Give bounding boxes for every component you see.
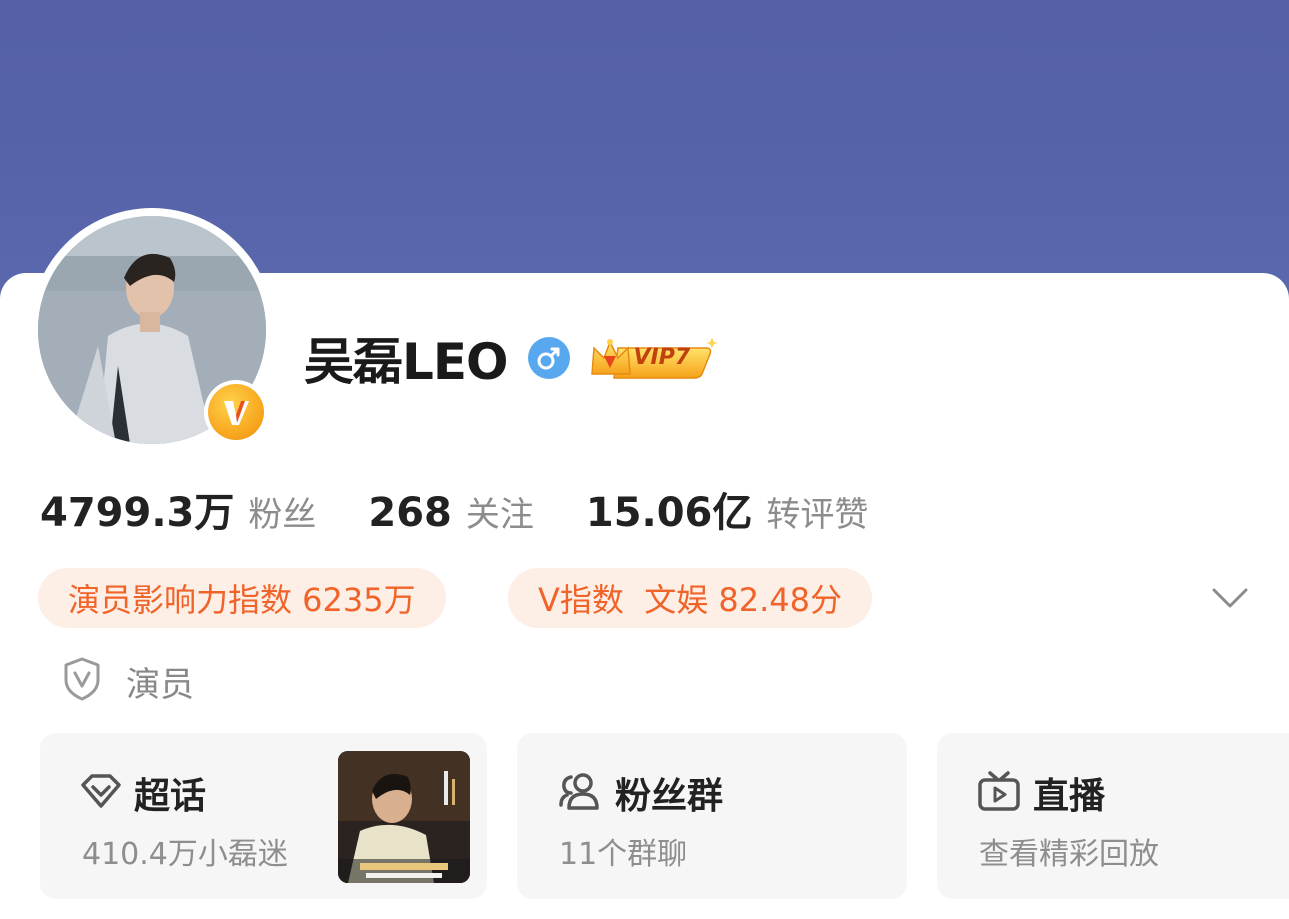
stat-value: 268 xyxy=(368,490,452,536)
stat-value: 4799.3万 xyxy=(40,490,235,536)
supertopic-poster[interactable] xyxy=(338,751,470,883)
vip-badge[interactable]: VIP7 xyxy=(588,334,718,382)
v-index-chip[interactable]: V指数 文娱 82.48分 xyxy=(508,568,873,628)
fangroup-title-row: 粉丝群 xyxy=(557,767,723,819)
live-title-row: 直播 xyxy=(977,767,1105,819)
supertopic-title-row: 超话 xyxy=(80,767,206,819)
stat-followers[interactable]: 4799.3万 粉丝 xyxy=(40,480,316,538)
fangroup-card[interactable]: 粉丝群 11个群聊 xyxy=(517,733,907,899)
live-sub: 查看精彩回放 xyxy=(979,837,1159,872)
live-card[interactable]: 直播 查看精彩回放 xyxy=(937,733,1289,899)
live-title: 直播 xyxy=(1033,776,1106,817)
verified-badge xyxy=(204,380,268,444)
stat-following[interactable]: 268 关注 xyxy=(368,487,534,536)
fangroup-sub: 11个群聊 xyxy=(559,837,688,872)
role-label: 演员 xyxy=(126,664,194,705)
stat-interactions[interactable]: 15.06亿 转评赞 xyxy=(586,480,869,538)
stat-label: 关注 xyxy=(465,495,534,535)
supertopic-title: 超话 xyxy=(134,776,207,817)
profile-name: 吴磊LEO xyxy=(304,333,509,391)
supertopic-sub: 410.4万小磊迷 xyxy=(82,837,288,872)
people-icon xyxy=(557,771,603,815)
stat-label: 转评赞 xyxy=(766,495,869,535)
fangroup-title: 粉丝群 xyxy=(615,776,724,817)
name-row: 吴磊LEO VIP7 xyxy=(304,326,718,391)
role-row: 演员 xyxy=(62,656,194,706)
influence-chip[interactable]: 演员影响力指数 6235万 xyxy=(38,568,446,628)
diamond-icon xyxy=(80,773,122,813)
stat-value: 15.06亿 xyxy=(585,490,753,536)
stats-row: 4799.3万 粉丝 268 关注 15.06亿 转评赞 xyxy=(40,480,920,536)
chevron-down-icon[interactable] xyxy=(1210,582,1250,614)
stat-label: 粉丝 xyxy=(248,495,317,535)
tv-play-icon xyxy=(977,770,1021,816)
male-icon xyxy=(527,337,570,379)
vip-label: VIP7 xyxy=(633,345,691,370)
shield-v-icon xyxy=(62,656,102,706)
orange-v-icon xyxy=(208,384,264,440)
